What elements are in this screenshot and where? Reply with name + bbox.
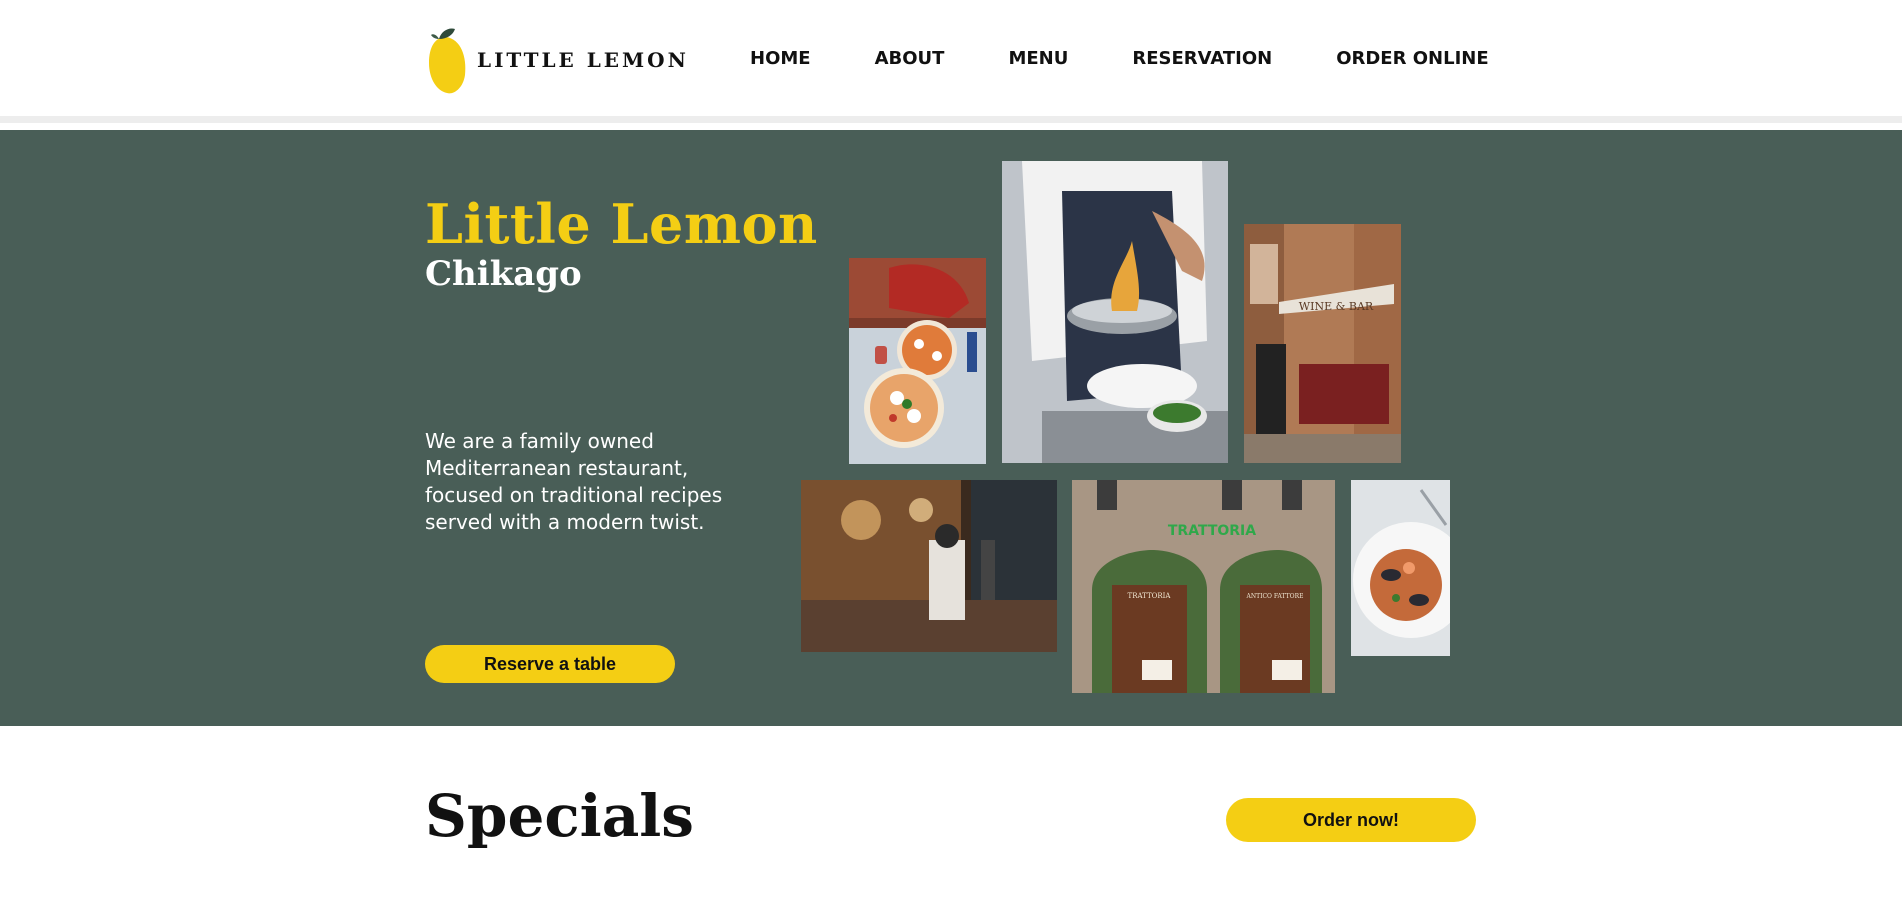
nav-reservation[interactable]: RESERVATION: [1132, 48, 1272, 69]
seafood-dish-photo: [1351, 480, 1450, 656]
wine-bar-photo: WINE & BAR: [1244, 224, 1401, 463]
trattoria-door-right-sign: ANTICO FATTORE: [1246, 593, 1304, 600]
trattoria-sign: TRATTORIA: [1168, 523, 1256, 539]
kitchen-photo: [801, 480, 1057, 652]
order-now-button[interactable]: Order now!: [1226, 798, 1476, 842]
trattoria-photo: TRATTORIA TRATTORIA ANTICO FATTORE: [1072, 480, 1335, 693]
hero-subtitle: Chikago: [425, 254, 582, 294]
nav-about[interactable]: ABOUT: [875, 48, 945, 69]
wine-bar-sign: WINE & BAR: [1299, 300, 1374, 313]
main-nav: HOME ABOUT MENU RESERVATION ORDER ONLINE: [750, 48, 1489, 69]
reserve-table-button[interactable]: Reserve a table: [425, 645, 675, 683]
pizza-photo: [849, 258, 986, 464]
logo-text: LITTLE LEMON: [477, 48, 689, 72]
lemon-icon: [429, 28, 466, 94]
hero-section: Little Lemon Chikago We are a family own…: [0, 130, 1902, 726]
trattoria-door-left-sign: TRATTORIA: [1128, 592, 1172, 600]
hero-title: Little Lemon: [425, 192, 818, 256]
site-header: LITTLE LEMON HOME ABOUT MENU RESERVATION…: [0, 0, 1902, 123]
specials-title: Specials: [425, 782, 694, 850]
logo[interactable]: LITTLE LEMON: [425, 25, 689, 95]
nav-home[interactable]: HOME: [750, 48, 811, 69]
nav-order-online[interactable]: ORDER ONLINE: [1336, 48, 1488, 69]
hero-description: We are a family owned Mediterranean rest…: [425, 429, 723, 534]
chef-cooking-photo: [1002, 161, 1228, 463]
nav-menu[interactable]: MENU: [1008, 48, 1068, 69]
